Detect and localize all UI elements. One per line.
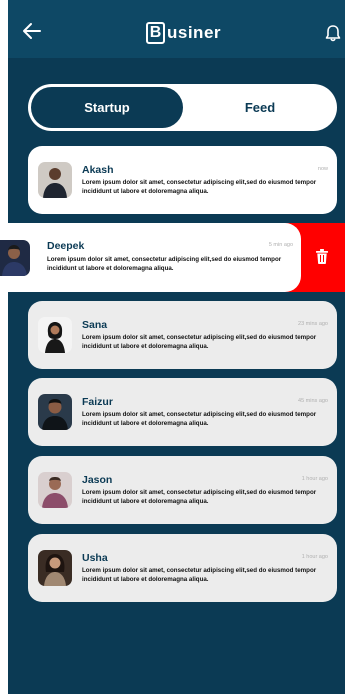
avatar [38,472,72,508]
message-card-jason[interactable]: Jason 1 hour ago Lorem ipsum dolor sit a… [28,456,337,524]
swiped-message-row[interactable]: Deepek 5 min ago Lorem ipsum dolor sit a… [0,223,345,292]
sender-name: Jason [82,474,113,486]
sender-name: Usha [82,552,108,564]
avatar [38,550,72,586]
tab-switcher: Startup Feed [28,84,337,131]
sender-name: Faizur [82,396,113,408]
trash-icon [316,249,328,264]
bell-icon[interactable] [325,24,341,42]
sender-name: Deepek [47,240,85,252]
message-preview: Lorem ipsum dolor sit amet, consectetur … [82,411,317,427]
avatar [38,162,72,198]
message-preview: Lorem ipsum dolor sit amet, consectetur … [82,334,317,350]
tab-startup[interactable]: Startup [31,87,183,128]
message-preview: Lorem ipsum dolor sit amet, consectetur … [82,567,317,583]
message-time: 1 hour ago [301,476,328,482]
avatar [38,317,72,353]
message-card-sana[interactable]: Sana 23 mins ago Lorem ipsum dolor sit a… [28,301,337,369]
logo-letter: B [146,22,165,44]
tab-feed[interactable]: Feed [186,87,334,128]
message-time: 45 mins ago [298,398,328,404]
message-preview: Lorem ipsum dolor sit amet, consectetur … [82,489,317,505]
app-logo: B usiner [146,21,221,45]
message-time: 5 min ago [268,242,293,248]
avatar [0,240,30,276]
message-preview: Lorem ipsum dolor sit amet, consectetur … [47,256,282,272]
message-card-deepek[interactable]: Deepek 5 min ago Lorem ipsum dolor sit a… [0,223,301,292]
arrow-left-icon[interactable] [22,22,42,40]
message-time: now [317,166,328,172]
message-card-akash[interactable]: Akash now Lorem ipsum dolor sit amet, co… [28,146,337,214]
message-time: 23 mins ago [298,321,328,327]
avatar [38,394,72,430]
message-time: 1 hour ago [301,554,328,560]
sender-name: Akash [82,164,114,176]
message-preview: Lorem ipsum dolor sit amet, consectetur … [82,179,317,195]
logo-text: usiner [167,23,222,42]
sender-name: Sana [82,319,108,331]
app-screen: B usiner Startup Feed Akash now Lorem ip… [8,0,345,694]
message-card-usha[interactable]: Usha 1 hour ago Lorem ipsum dolor sit am… [28,534,337,602]
message-card-faizur[interactable]: Faizur 45 mins ago Lorem ipsum dolor sit… [28,378,337,446]
top-bar: B usiner [8,0,345,58]
